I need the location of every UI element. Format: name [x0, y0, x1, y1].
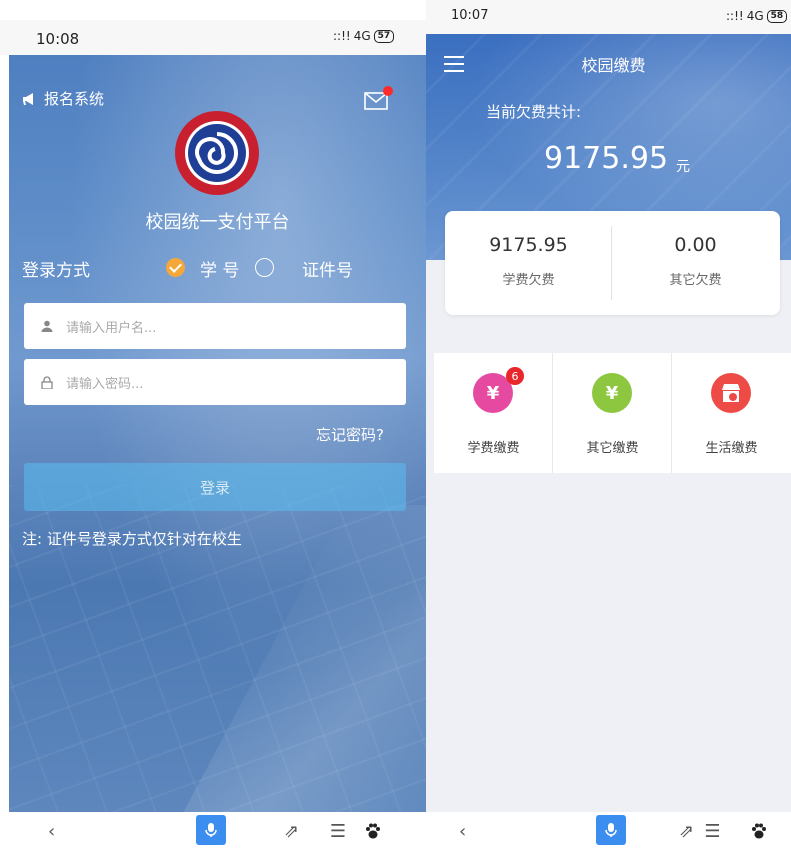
university-logo [175, 111, 259, 195]
message-button[interactable] [364, 86, 393, 110]
radio-student-id[interactable] [166, 258, 185, 277]
tuition-arrears[interactable]: 9175.95 学费欠费 [445, 211, 612, 315]
tuition-payment-button[interactable]: ¥ 6 学费缴费 [434, 353, 553, 473]
paw-icon[interactable] [750, 818, 768, 844]
username-field[interactable]: 请输入用户名... [24, 303, 406, 349]
owed-total-label: 当前欠费共计: [486, 103, 582, 121]
notification-badge: 6 [506, 367, 524, 385]
content-area [426, 260, 791, 812]
status-indicators: ::!! 4G 58 [726, 9, 788, 23]
password-field[interactable]: 请输入密码... [24, 359, 406, 405]
status-time: 10:07 [451, 8, 489, 23]
page-title: 校园缴费 [581, 56, 646, 75]
tuition-arrears-label: 学费欠费 [502, 273, 555, 288]
login-screen: 10:08 ::!! 4G 57 报名系统 校园统一支付平台 登录方式 学 号 … [0, 0, 554, 848]
other-arrears-value: 0.00 [674, 234, 717, 256]
other-arrears[interactable]: 0.00 其它欠费 [612, 211, 779, 315]
status-bar: 10:07 ::!! 4G 58 [426, 0, 791, 34]
share-icon[interactable]: ⇗ [284, 818, 299, 844]
living-payment-button[interactable]: 生活缴费 [672, 353, 791, 473]
share-icon[interactable]: ⇗ [679, 818, 694, 844]
owed-total-unit: 元 [676, 159, 690, 175]
payment-grid: ¥ 6 学费缴费 ¥ 其它缴费 生活缴费 [434, 353, 791, 473]
network-label: 4G [746, 9, 764, 23]
system-nav-bar: ‹ ☰ ⇗ [426, 812, 791, 848]
back-icon[interactable]: ‹ [459, 818, 466, 844]
network-label: 4G [353, 29, 371, 43]
other-arrears-label: 其它欠费 [669, 273, 722, 288]
password-placeholder: 请输入密码... [66, 376, 144, 392]
battery-icon: 58 [766, 9, 788, 23]
user-icon [40, 319, 54, 333]
arrears-summary-card: 9175.95 学费欠费 0.00 其它欠费 [445, 211, 780, 315]
owed-total-amount: 9175.95 [544, 141, 669, 176]
mic-icon[interactable] [596, 815, 626, 845]
tuition-payment-label: 学费缴费 [467, 441, 520, 456]
login-note: 注: 证件号登录方式仅针对在校生 [22, 530, 242, 548]
status-indicators: ::!! 4G 57 [333, 29, 395, 43]
payment-screen: 10:07 ::!! 4G 58 校园缴费 当前欠费共计: 9175.95 元 … [426, 0, 791, 848]
store-icon [711, 373, 751, 413]
system-label: 报名系统 [44, 90, 105, 108]
status-time: 10:08 [36, 30, 80, 48]
other-payment-button[interactable]: ¥ 其它缴费 [553, 353, 672, 473]
option-id-card-label[interactable]: 证件号 [302, 256, 353, 281]
status-bar: 10:08 ::!! 4G 57 [0, 20, 426, 55]
system-nav-bar: ‹ ☰ ⇗ [0, 812, 554, 848]
back-icon[interactable]: ‹ [48, 818, 55, 844]
signal-icon: ::!! [726, 9, 744, 23]
platform-title: 校园统一支付平台 [145, 212, 290, 233]
username-placeholder: 请输入用户名... [66, 320, 157, 336]
living-payment-label: 生活缴费 [705, 441, 758, 456]
other-fee-icon: ¥ [592, 373, 632, 413]
system-header[interactable]: 报名系统 [22, 88, 104, 109]
megaphone-icon [23, 92, 33, 105]
option-student-id-label[interactable]: 学 号 [200, 256, 239, 281]
battery-icon: 57 [373, 29, 395, 43]
login-button[interactable]: 登录 [24, 463, 406, 511]
mic-icon[interactable] [196, 815, 226, 845]
paw-icon[interactable] [364, 818, 382, 844]
tuition-arrears-value: 9175.95 [489, 234, 568, 256]
login-mode-label: 登录方式 [22, 261, 90, 281]
forgot-password-link[interactable]: 忘记密码? [316, 424, 384, 445]
lock-icon [40, 375, 54, 389]
radio-id-card[interactable] [255, 258, 274, 277]
notification-dot [383, 86, 393, 96]
signal-icon: ::!! [333, 29, 351, 43]
other-payment-label: 其它缴费 [586, 441, 639, 456]
